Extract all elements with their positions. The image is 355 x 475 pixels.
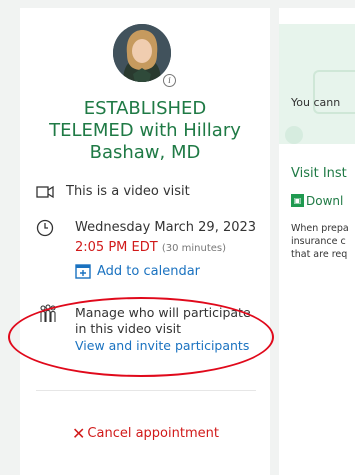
download-label: Downl <box>306 193 344 208</box>
info-icon[interactable]: i <box>163 74 176 87</box>
calendar-add-icon[interactable] <box>75 263 91 283</box>
video-camera-icon <box>36 184 54 203</box>
instructions-paragraph: When prepa insurance c that are req <box>291 223 349 260</box>
appointment-title: ESTABLISHED TELEMED with Hillary Bashaw,… <box>49 98 241 163</box>
visit-instructions-title: Visit Inst <box>291 166 347 181</box>
divider <box>36 390 256 391</box>
clock-icon <box>36 219 54 241</box>
visit-info-panel: You cann Visit Inst ▣ Downl When prepa in… <box>279 8 355 475</box>
visit-date: Wednesday March 29, 2023 <box>75 220 257 235</box>
video-illustration <box>279 24 355 144</box>
provider-avatar <box>113 24 171 82</box>
cannot-join-text: You cann <box>291 96 341 109</box>
visit-type-text: This is a video visit <box>66 184 190 199</box>
download-button[interactable]: ▣ Downl <box>291 190 343 210</box>
highlight-annotation <box>8 297 274 377</box>
document-icon: ▣ <box>291 194 304 207</box>
close-icon: ✕ <box>72 424 86 443</box>
visit-time: 2:05 PM EDT (30 minutes) <box>75 240 227 255</box>
illustration-dot <box>285 126 303 144</box>
cancel-label: Cancel appointment <box>87 426 219 441</box>
add-to-calendar-link[interactable]: Add to calendar <box>97 264 200 279</box>
cancel-appointment-button[interactable]: ✕ Cancel appointment <box>72 424 219 443</box>
